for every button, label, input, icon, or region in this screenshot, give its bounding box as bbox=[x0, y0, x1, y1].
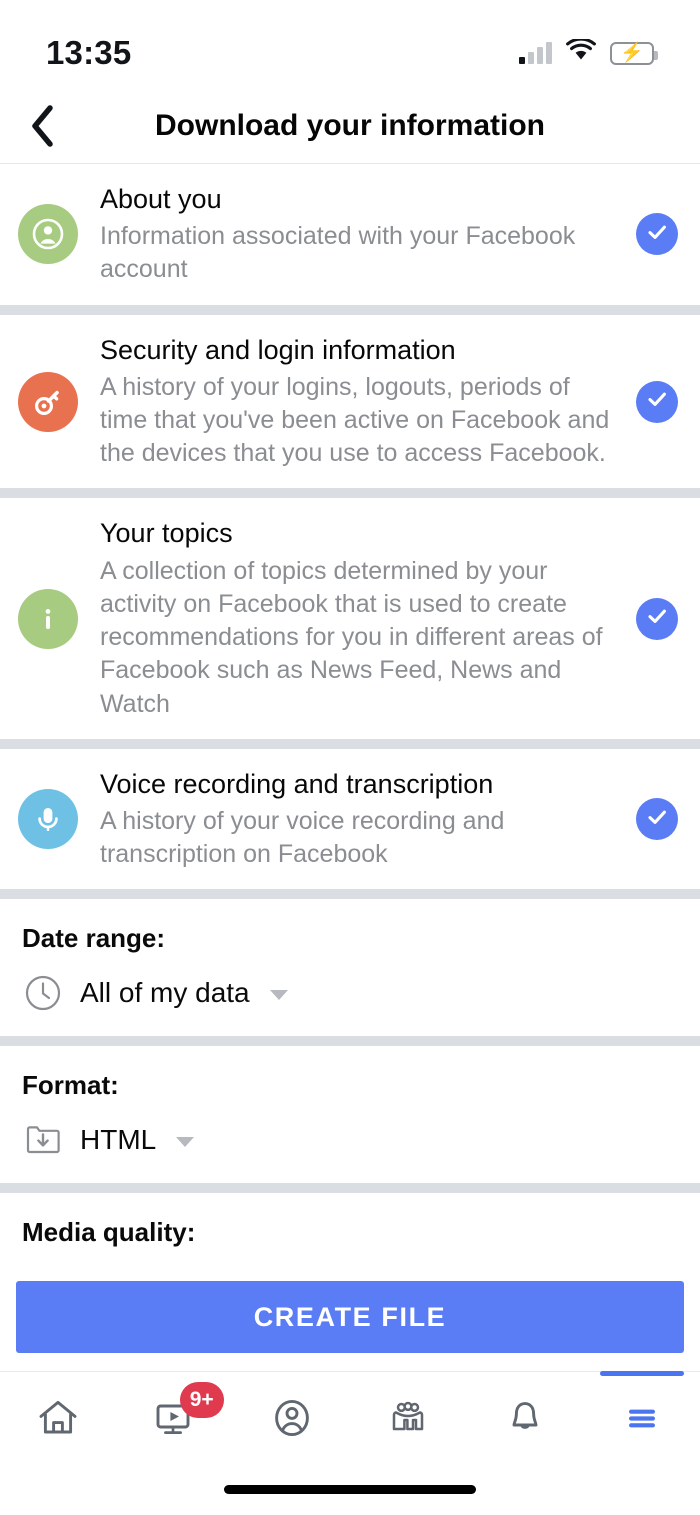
data-section-your-topics[interactable]: Your topics A collection of topics deter… bbox=[0, 498, 700, 739]
home-indicator-bar[interactable] bbox=[224, 1484, 476, 1494]
bell-icon bbox=[502, 1395, 548, 1441]
bottom-tab-bar: 9+ bbox=[0, 1371, 700, 1463]
groups-icon bbox=[385, 1395, 431, 1441]
section-divider bbox=[0, 1183, 700, 1194]
settings-list: About you Information associated with yo… bbox=[0, 164, 700, 1265]
option-label: Format: bbox=[22, 1070, 119, 1101]
data-section-voice-recording[interactable]: Voice recording and transcription A hist… bbox=[0, 748, 700, 890]
date-range-selector[interactable]: All of my data bbox=[22, 972, 678, 1014]
status-bar: 13:35 ⚡ bbox=[0, 0, 700, 88]
option-value: HTML bbox=[80, 1124, 157, 1156]
caret-down-icon bbox=[176, 1137, 195, 1148]
section-title: Voice recording and transcription bbox=[100, 768, 494, 799]
data-row: Voice recording and transcription A hist… bbox=[0, 749, 700, 890]
battery-charging-icon: ⚡ bbox=[610, 41, 658, 65]
section-title: Security and login information bbox=[100, 334, 456, 365]
back-chevron-icon bbox=[30, 104, 56, 147]
option-date-range: Date range: All of my data bbox=[0, 899, 700, 1037]
cta-container: CREATE FILE bbox=[0, 1265, 700, 1371]
clock-icon bbox=[22, 972, 64, 1014]
check-circle-icon bbox=[645, 604, 669, 633]
hamburger-menu-icon bbox=[619, 1395, 665, 1441]
tab-notifications[interactable] bbox=[467, 1372, 584, 1463]
app-header: Download your information bbox=[0, 88, 700, 164]
wifi-icon bbox=[566, 37, 596, 67]
tab-menu[interactable] bbox=[583, 1371, 700, 1463]
watch-badge: 9+ bbox=[179, 1382, 224, 1418]
profile-circle-icon bbox=[269, 1395, 315, 1441]
format-selector[interactable]: HTML bbox=[22, 1119, 678, 1161]
data-row: About you Information associated with yo… bbox=[0, 164, 700, 305]
cellular-signal-icon bbox=[519, 42, 552, 64]
tab-groups[interactable] bbox=[350, 1372, 467, 1463]
section-divider bbox=[0, 304, 700, 315]
section-divider bbox=[0, 1036, 700, 1047]
selected-checkbox[interactable] bbox=[636, 213, 678, 256]
option-format: Format: HTML bbox=[0, 1046, 700, 1184]
option-label: Date range: bbox=[22, 923, 166, 954]
check-circle-icon bbox=[645, 387, 669, 416]
home-icon bbox=[35, 1395, 81, 1441]
selected-checkbox[interactable] bbox=[636, 380, 678, 423]
data-section-security-login[interactable]: Security and login information A history… bbox=[0, 314, 700, 489]
data-section-about-you[interactable]: About you Information associated with yo… bbox=[0, 164, 700, 305]
check-circle-icon bbox=[645, 220, 669, 249]
back-button[interactable] bbox=[0, 104, 86, 147]
section-description: A history of your logins, logouts, perio… bbox=[100, 372, 610, 468]
create-file-button[interactable]: CREATE FILE bbox=[16, 1281, 684, 1353]
section-divider bbox=[0, 738, 700, 749]
selected-checkbox[interactable] bbox=[636, 798, 678, 841]
section-divider bbox=[0, 488, 700, 499]
selected-checkbox[interactable] bbox=[636, 597, 678, 640]
folder-download-icon bbox=[22, 1119, 64, 1161]
home-indicator-area bbox=[0, 1463, 700, 1515]
phone-screen: 13:35 ⚡ Download your information About … bbox=[0, 0, 700, 1515]
info-icon bbox=[18, 588, 78, 649]
option-value: All of my data bbox=[80, 977, 250, 1009]
section-description: A history of your voice recording and tr… bbox=[100, 806, 505, 869]
person-circle-icon bbox=[18, 204, 78, 265]
status-time: 13:35 bbox=[46, 34, 132, 71]
check-circle-icon bbox=[645, 805, 669, 834]
option-label: Media quality: bbox=[22, 1217, 196, 1248]
tab-watch[interactable]: 9+ bbox=[117, 1372, 234, 1463]
data-row: Security and login information A history… bbox=[0, 315, 700, 489]
section-description: Information associated with your Faceboo… bbox=[100, 222, 576, 284]
section-title: Your topics bbox=[100, 518, 233, 549]
section-divider bbox=[0, 889, 700, 900]
status-indicators: ⚡ bbox=[519, 37, 658, 67]
section-title: About you bbox=[100, 184, 222, 214]
data-row: Your topics A collection of topics deter… bbox=[0, 498, 700, 738]
option-media-quality: Media quality: High bbox=[0, 1193, 700, 1265]
tab-home[interactable] bbox=[0, 1372, 117, 1463]
active-tab-indicator bbox=[599, 1371, 684, 1376]
section-description: A collection of topics determined by you… bbox=[100, 556, 603, 718]
tab-profile[interactable] bbox=[233, 1372, 350, 1463]
key-icon bbox=[18, 371, 78, 432]
caret-down-icon bbox=[269, 990, 288, 1001]
microphone-icon bbox=[18, 789, 78, 850]
page-title: Download your information bbox=[155, 108, 545, 142]
